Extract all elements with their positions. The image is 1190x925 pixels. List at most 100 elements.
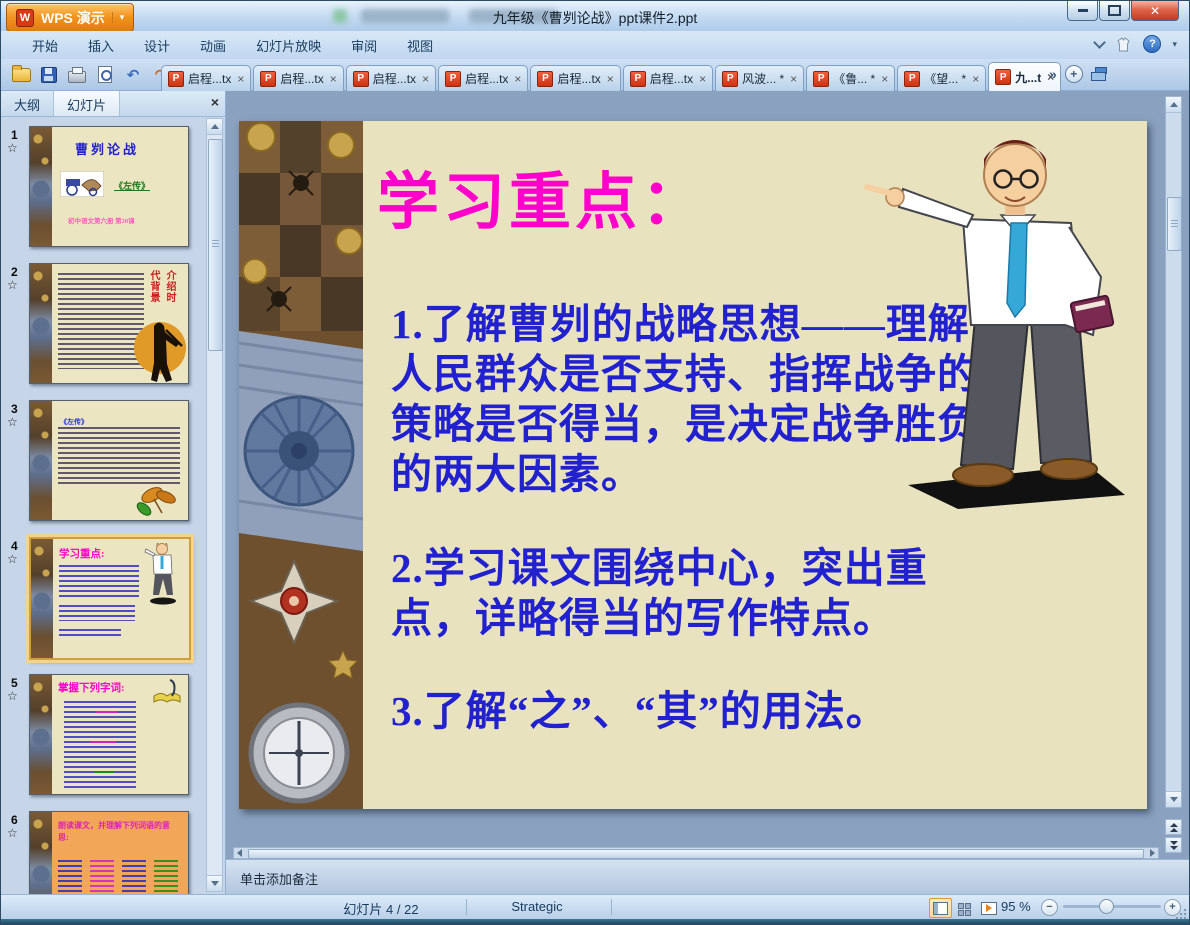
thumb-list-accent (96, 711, 118, 713)
print-button[interactable] (67, 64, 87, 86)
print-preview-button[interactable] (95, 64, 115, 86)
tab-review[interactable]: 审阅 (336, 31, 392, 60)
new-tab-button[interactable]: + (1064, 65, 1083, 83)
tab-insert[interactable]: 插入 (73, 31, 129, 60)
panel-close-icon[interactable]: × (211, 94, 219, 110)
scroll-up-button[interactable] (1166, 97, 1181, 113)
thumb-decor-strip (30, 264, 52, 383)
scroll-down-button[interactable] (207, 875, 222, 891)
slide-number: 6 (11, 813, 18, 827)
tab-design[interactable]: 设计 (129, 31, 185, 60)
open-folder-icon (11, 64, 31, 82)
document-tab[interactable]: P 启程...tx × (253, 65, 344, 91)
thumbnail-frame-selected[interactable]: 学习重点: (29, 537, 191, 660)
skin-shirt-icon[interactable] (1115, 36, 1132, 52)
arrow-down-icon (210, 881, 219, 886)
status-divider (611, 899, 612, 915)
notes-pane[interactable]: 单击添加备注 (226, 859, 1189, 894)
slide-thumbnail-3[interactable]: 3 ☆ 《左传》 (1, 400, 206, 524)
undo-button[interactable]: ↶ (123, 64, 143, 86)
thumbnail-scrollbar[interactable] (206, 118, 223, 892)
tab-animation[interactable]: 动画 (185, 31, 241, 60)
scroll-up-button[interactable] (207, 119, 222, 135)
double-down-icon (1169, 840, 1178, 845)
tab-close-icon[interactable]: × (607, 72, 614, 86)
thumb-title: 朗读课文，并理解下列词语的意思: (58, 821, 170, 842)
document-tab[interactable]: P 启程...tx × (438, 65, 529, 91)
document-tab[interactable]: P 《望... * × (897, 65, 987, 91)
normal-view-button[interactable] (929, 898, 952, 918)
resize-grip[interactable] (1184, 909, 1186, 911)
current-slide[interactable]: 学习重点： 1.了解曹刿的战略思想——理解人民群众是否支持、指挥战争的策略是否得… (239, 121, 1147, 809)
tab-label: 九...t (1015, 70, 1042, 85)
thumbnail-frame[interactable]: 《左传》 (29, 400, 189, 521)
zoom-slider-handle[interactable] (1099, 899, 1114, 914)
scroll-tabs-right-button[interactable]: » (1049, 66, 1057, 82)
tab-slides[interactable]: 幻灯片 (54, 91, 121, 116)
wps-app-menu-button[interactable]: W WPS 演示 ▾ (6, 3, 135, 32)
tab-close-icon[interactable]: × (790, 72, 797, 86)
tab-slideshow[interactable]: 幻灯片放映 (241, 31, 336, 60)
close-button[interactable]: ✕ (1131, 1, 1179, 21)
slide-sorter-button[interactable] (953, 898, 976, 918)
previous-slide-button[interactable] (1165, 819, 1182, 835)
document-tab[interactable]: P 《鲁... * × (806, 65, 896, 91)
thumb-body-text (59, 605, 135, 621)
tab-close-icon[interactable]: × (972, 72, 979, 86)
print-icon (68, 66, 86, 83)
undo-icon: ↶ (126, 66, 140, 84)
document-tab[interactable]: P 启程...tx × (622, 65, 714, 91)
zoom-in-button[interactable]: + (1164, 899, 1181, 916)
document-tab[interactable]: P 启程...tx × (345, 65, 437, 91)
document-tab-strip: P 启程...tx × P 启程...tx × P 启程...tx × P 启程...tx × … (161, 62, 1063, 91)
collapse-ribbon-icon[interactable] (1093, 35, 1107, 49)
tab-close-icon[interactable]: × (514, 72, 521, 86)
slide-thumbnail-1[interactable]: 1 ☆ 曹刿论战 《左传》 初中语文第六册 第20课 (1, 126, 206, 250)
tab-view[interactable]: 视图 (392, 31, 448, 60)
save-button[interactable] (39, 64, 59, 86)
scrollbar-thumb[interactable] (248, 849, 1144, 859)
tab-list-icon[interactable] (1090, 67, 1107, 81)
open-button[interactable] (11, 64, 31, 86)
notes-placeholder[interactable]: 单击添加备注 (240, 872, 318, 887)
slide-bullet-2[interactable]: 2.学习课文围绕中心，突出重点，详略得当的写作特点。 (391, 543, 1001, 643)
slide-canvas-area: 学习重点： 1.了解曹刿的战略思想——理解人民群众是否支持、指挥战争的策略是否得… (226, 91, 1189, 894)
vertical-scrollbar[interactable] (1165, 96, 1182, 808)
next-slide-button[interactable] (1165, 837, 1182, 853)
thumbnail-frame[interactable]: 曹刿论战 《左传》 初中语文第六册 第20课 (29, 126, 189, 247)
arrow-right-icon[interactable] (1150, 849, 1155, 857)
slide-thumbnail-2[interactable]: 2 ☆ 代背景 介绍时 (1, 263, 206, 387)
zoom-out-button[interactable]: − (1041, 899, 1058, 916)
tab-home[interactable]: 开始 (17, 31, 73, 60)
animation-star-icon: ☆ (7, 415, 18, 429)
slide-thumbnail-5[interactable]: 5 ☆ 掌握下列字词: (1, 674, 206, 798)
slideshow-button[interactable] (977, 898, 1000, 918)
tab-close-icon[interactable]: × (330, 72, 337, 86)
slide-title[interactable]: 学习重点： (377, 151, 707, 241)
maximize-button[interactable] (1099, 1, 1130, 21)
document-tab[interactable]: P 风波... * × (715, 65, 805, 91)
tab-close-icon[interactable]: × (422, 72, 429, 86)
tab-close-icon[interactable]: × (699, 72, 706, 86)
ppt-file-icon: P (168, 70, 184, 87)
thumb-list-accent (94, 771, 114, 773)
slide-bullet-3[interactable]: 3.了解“之”、“其”的用法。 (391, 686, 1091, 736)
scrollbar-thumb[interactable] (1167, 197, 1182, 251)
tab-outline[interactable]: 大纲 (1, 91, 55, 116)
slide-thumbnail-4-selected[interactable]: 4 ☆ 学习重点: (1, 537, 206, 661)
thumbnail-frame[interactable]: 掌握下列字词: (29, 674, 189, 795)
minimize-button[interactable] (1067, 1, 1098, 21)
thumbnail-frame[interactable]: 代背景 介绍时 (29, 263, 189, 384)
tab-close-icon[interactable]: × (881, 72, 888, 86)
tab-close-icon[interactable]: × (237, 72, 244, 86)
tab-label: 启程...tx (188, 72, 232, 86)
wps-logo-icon: W (16, 8, 34, 27)
document-tab[interactable]: P 启程...tx × (161, 65, 252, 91)
arrow-left-icon[interactable] (237, 849, 242, 857)
scroll-down-button[interactable] (1166, 791, 1181, 807)
horizontal-scrollbar[interactable] (233, 847, 1159, 859)
more-options-caret-icon[interactable]: ▾ (1172, 39, 1177, 50)
scrollbar-thumb[interactable] (208, 139, 223, 351)
help-icon[interactable]: ? (1143, 35, 1162, 53)
document-tab[interactable]: P 启程...tx × (530, 65, 621, 91)
